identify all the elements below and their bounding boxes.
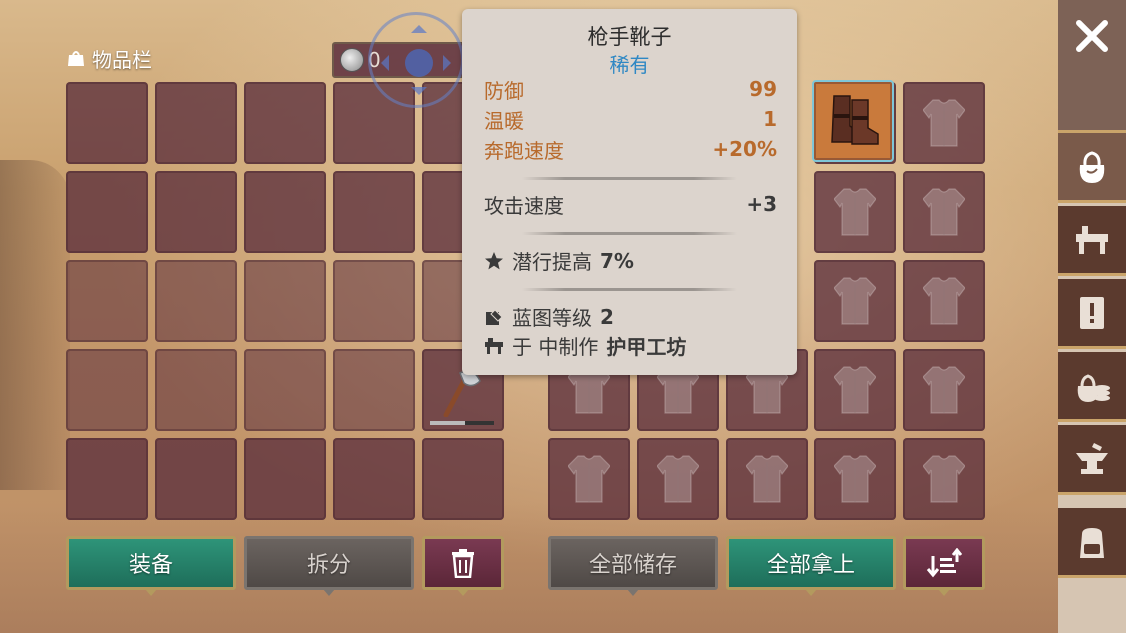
perk-line: 潜行提高 7% — [484, 246, 777, 275]
shirt-placeholder-icon — [746, 454, 788, 504]
tab-backpack[interactable] — [1058, 508, 1126, 578]
arrow-left-icon — [373, 55, 389, 71]
shirt-placeholder-icon — [923, 98, 965, 148]
inventory-slot[interactable] — [244, 438, 326, 520]
workbench-icon — [485, 337, 503, 354]
take-all-button[interactable]: 全部拿上 — [726, 536, 896, 596]
right-sidebar — [1058, 0, 1126, 633]
shirt-placeholder-icon — [834, 454, 876, 504]
inventory-slot[interactable] — [333, 438, 415, 520]
store-all-button[interactable]: 全部储存 — [548, 536, 718, 596]
arrow-right-icon — [443, 55, 459, 71]
tab-crafting[interactable] — [1058, 206, 1126, 276]
cliff-silhouette — [0, 160, 70, 490]
tab-inventory[interactable] — [1058, 133, 1126, 203]
tab-loot[interactable] — [1058, 352, 1126, 422]
stat-row-run-speed: 奔跑速度 +20% — [484, 137, 777, 163]
inventory-slot[interactable] — [66, 260, 148, 342]
sort-button[interactable] — [903, 536, 985, 596]
equipment-slot[interactable] — [903, 82, 985, 164]
trash-icon — [452, 549, 474, 578]
anvil-icon — [1076, 442, 1108, 474]
bag-icon — [68, 51, 84, 66]
durability-bar — [430, 421, 494, 425]
shirt-placeholder-icon — [923, 365, 965, 415]
item-name: 枪手靴子 — [587, 25, 672, 49]
shirt-placeholder-icon — [923, 454, 965, 504]
equipment-slot[interactable] — [637, 438, 719, 520]
quest-scroll-icon — [1080, 296, 1104, 329]
stat-row-warmth: 温暖 1 — [484, 107, 777, 133]
inventory-slot[interactable] — [66, 349, 148, 431]
inventory-slot[interactable] — [155, 260, 237, 342]
inventory-slot[interactable] — [155, 349, 237, 431]
workbench-icon — [1076, 225, 1108, 254]
inventory-slot[interactable] — [244, 171, 326, 253]
shirt-placeholder-icon — [834, 276, 876, 326]
coin-icon — [340, 48, 364, 72]
inventory-slot[interactable] — [244, 349, 326, 431]
stat-row-attack-speed: 攻击速度 +3 — [484, 192, 777, 218]
inventory-slot[interactable] — [66, 438, 148, 520]
tab-forge[interactable] — [1058, 425, 1126, 495]
inventory-slot[interactable] — [333, 260, 415, 342]
equipment-slot-boots-selected[interactable] — [812, 80, 896, 164]
split-button[interactable]: 拆分 — [244, 536, 414, 596]
equipment-slot[interactable] — [814, 260, 896, 342]
trash-button[interactable] — [422, 536, 504, 596]
star-icon — [485, 251, 503, 269]
inventory-slot[interactable] — [66, 82, 148, 164]
inventory-slot[interactable] — [333, 349, 415, 431]
equipment-slot[interactable] — [814, 349, 896, 431]
equip-button[interactable]: 装备 — [66, 536, 236, 596]
loot-money-icon — [1077, 373, 1110, 402]
equipment-slot[interactable] — [903, 438, 985, 520]
inventory-slot[interactable] — [422, 438, 504, 520]
inventory-header: 物品栏 — [66, 45, 152, 72]
joystick-knob[interactable] — [405, 49, 433, 77]
equipment-slot[interactable] — [726, 438, 808, 520]
arrow-down-icon — [411, 87, 427, 103]
inventory-slot[interactable] — [155, 82, 237, 164]
stat-row-defense: 防御 99 — [484, 77, 777, 103]
shirt-placeholder-icon — [568, 454, 610, 504]
tab-quests[interactable] — [1058, 279, 1126, 349]
inventory-slot[interactable] — [66, 171, 148, 253]
tooltip-divider — [522, 288, 737, 291]
shirt-placeholder-icon — [923, 187, 965, 237]
boots-icon — [831, 95, 879, 145]
tooltip-divider — [522, 177, 737, 180]
equipment-slot[interactable] — [814, 438, 896, 520]
sort-icon — [926, 548, 962, 578]
close-button[interactable] — [1058, 0, 1126, 133]
shirt-placeholder-icon — [923, 276, 965, 326]
tooltip-divider — [522, 232, 737, 235]
blueprint-icon — [486, 308, 503, 325]
inventory-slot[interactable] — [155, 438, 237, 520]
inventory-slot[interactable] — [155, 171, 237, 253]
crafting-line: 于 中制作 护甲工坊 — [484, 331, 777, 360]
equipment-slot[interactable] — [903, 171, 985, 253]
arrow-up-icon — [411, 17, 427, 33]
inventory-bag-icon — [1079, 150, 1105, 183]
movement-joystick[interactable] — [368, 12, 464, 108]
blueprint-line: 蓝图等级 2 — [484, 302, 777, 331]
equipment-slot[interactable] — [903, 260, 985, 342]
inventory-slot[interactable] — [244, 260, 326, 342]
shirt-placeholder-icon — [834, 365, 876, 415]
shirt-placeholder-icon — [657, 454, 699, 504]
close-icon — [1076, 20, 1108, 52]
equipment-slot[interactable] — [814, 171, 896, 253]
inventory-title: 物品栏 — [92, 47, 152, 72]
backpack-icon — [1080, 527, 1104, 558]
equipment-slot[interactable] — [548, 438, 630, 520]
equipment-slot[interactable] — [903, 349, 985, 431]
inventory-slot[interactable] — [244, 82, 326, 164]
inventory-slot[interactable] — [333, 171, 415, 253]
shirt-placeholder-icon — [834, 187, 876, 237]
item-tooltip: 枪手靴子 稀有 防御 99 温暖 1 奔跑速度 +20% 攻击速度 +3 潜行提… — [462, 9, 797, 375]
